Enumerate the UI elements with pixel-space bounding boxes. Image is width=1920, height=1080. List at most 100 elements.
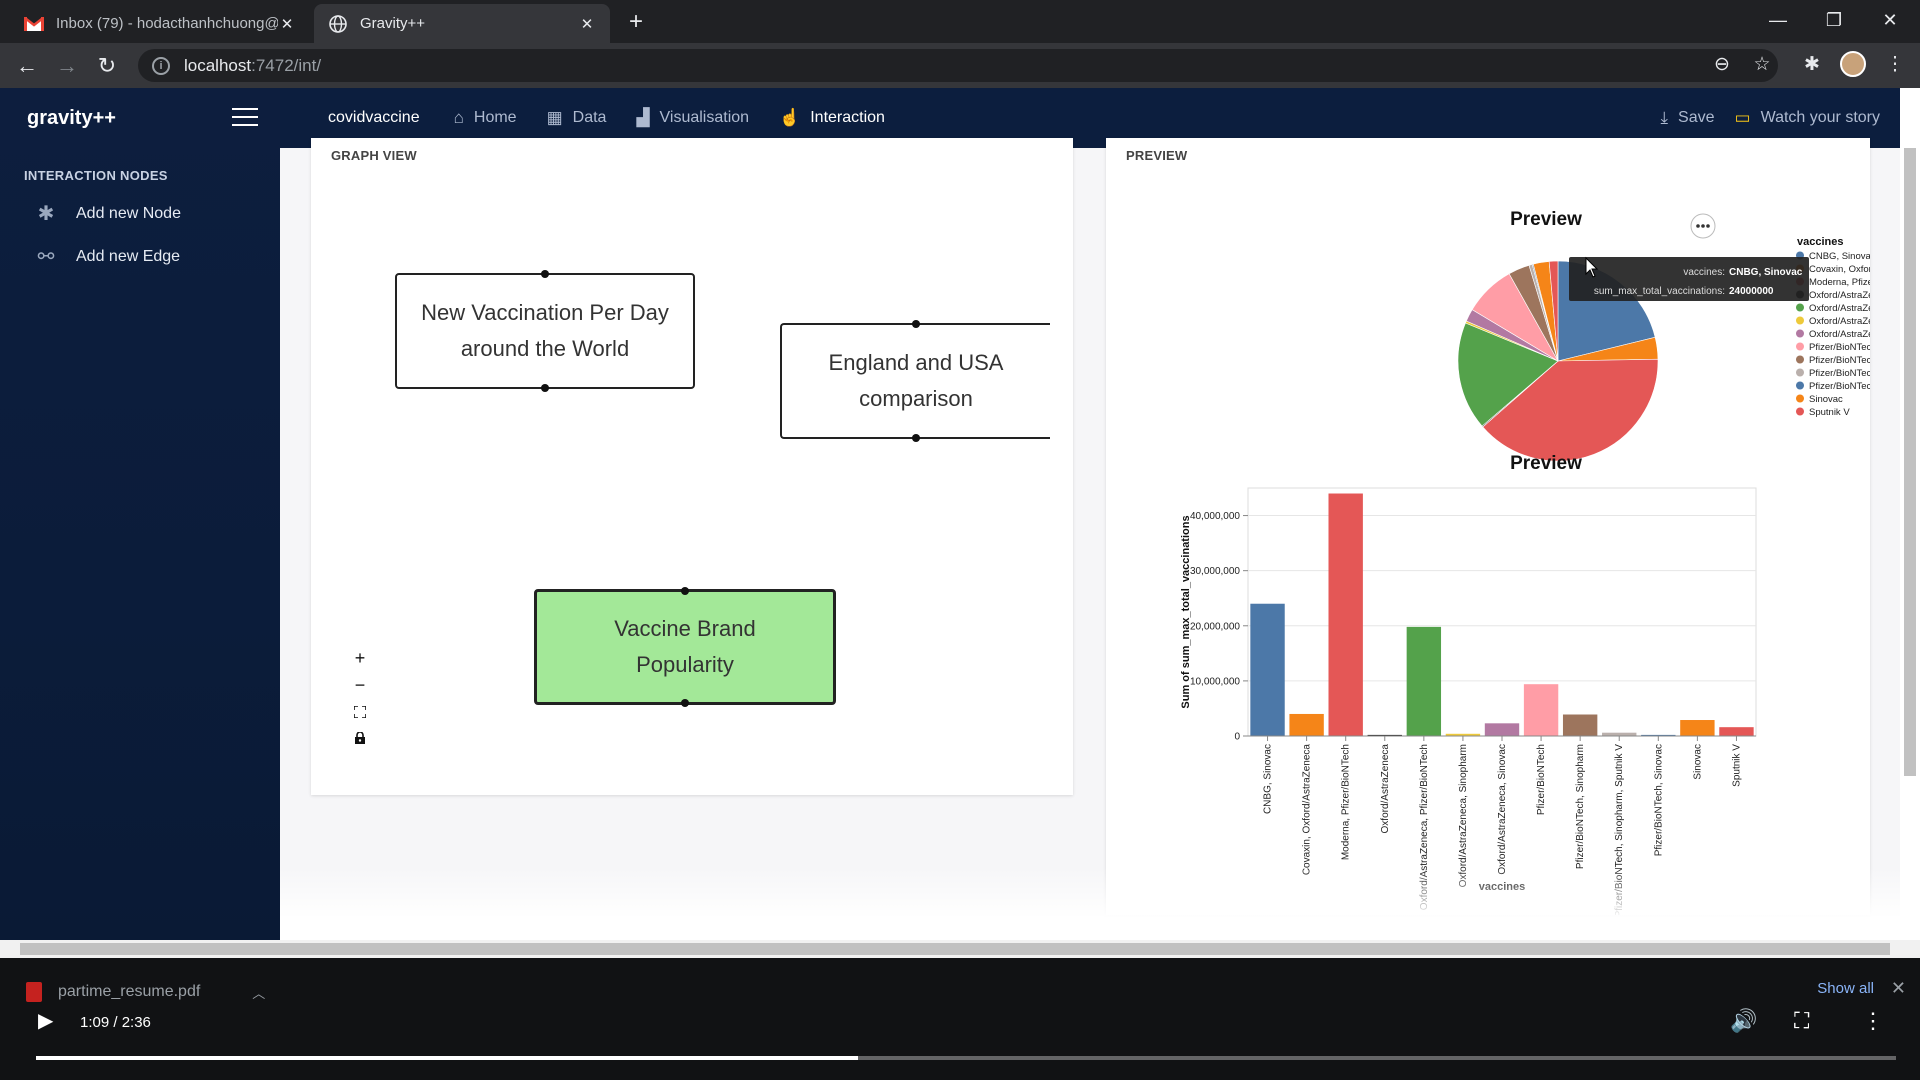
- sidebar: gravity++ INTERACTION NODES ✱ Add new No…: [0, 88, 280, 940]
- reload-icon[interactable]: ↻: [92, 51, 122, 81]
- close-icon[interactable]: ✕: [1891, 978, 1906, 999]
- pie-title: Preview: [1510, 209, 1582, 230]
- bar-chart-icon: ▟: [636, 108, 650, 127]
- download-bar: partime_resume.pdf ︿ Show all ✕ ▶ 1:09 /…: [0, 958, 1920, 1080]
- x-tick-label: Oxford/AstraZeneca, Sinovac: [1497, 744, 1508, 875]
- nav-visualisation[interactable]: ▟ Visualisation: [636, 108, 749, 128]
- bar[interactable]: [1289, 713, 1324, 736]
- fullscreen-icon[interactable]: ⛶: [1794, 1008, 1809, 1034]
- zoom-out-button[interactable]: −: [350, 675, 370, 696]
- new-tab-button[interactable]: +: [622, 8, 650, 36]
- star-icon[interactable]: ☆: [1747, 49, 1777, 79]
- tab-title: Gravity++: [360, 15, 426, 32]
- legend-swatch: [1796, 329, 1804, 338]
- node-handle[interactable]: [912, 320, 920, 328]
- node-handle[interactable]: [681, 587, 689, 595]
- sidebar-item-add-node[interactable]: ✱ Add new Node: [34, 201, 280, 226]
- legend-label: Sinovac: [1809, 394, 1843, 405]
- fit-view-icon[interactable]: [350, 702, 370, 723]
- node-handle[interactable]: [681, 699, 689, 707]
- sidebar-item-add-edge[interactable]: ⚯ Add new Edge: [34, 244, 280, 269]
- graph-node[interactable]: New Vaccination Per Day around the World: [395, 270, 695, 392]
- nav-data[interactable]: ▦ Data: [547, 108, 607, 128]
- nav-interaction[interactable]: ☝ Interaction: [779, 108, 885, 128]
- bar-title: Preview: [1510, 453, 1582, 474]
- watch-story-button[interactable]: ▭ Watch your story: [1735, 108, 1881, 128]
- avatar[interactable]: [1838, 49, 1868, 79]
- tab-gravity[interactable]: Gravity++ ✕: [314, 4, 610, 43]
- chart-actions-button[interactable]: [1690, 213, 1716, 239]
- bar[interactable]: [1250, 603, 1285, 736]
- app-brand: gravity++: [0, 88, 280, 148]
- graph-view-title: GRAPH VIEW: [331, 148, 417, 163]
- tab-inbox[interactable]: Inbox (79) - hodacthanhchuong@ ✕: [10, 4, 310, 43]
- x-tick-label: Oxford/AstraZeneca, Sinopharm: [1458, 744, 1469, 887]
- more-icon[interactable]: ⋮: [1862, 1008, 1884, 1034]
- plot-area: [1247, 487, 1757, 737]
- restore-icon[interactable]: ❐: [1806, 0, 1862, 40]
- info-icon[interactable]: i: [152, 56, 170, 75]
- bar[interactable]: [1562, 714, 1598, 736]
- close-icon[interactable]: ✕: [278, 15, 296, 33]
- legend-label: Pfizer/BioNTech: [1809, 342, 1870, 353]
- back-icon[interactable]: ←: [12, 51, 42, 81]
- y-tick-label: 0: [1234, 732, 1240, 743]
- svg-text:24000000: 24000000: [1729, 286, 1774, 297]
- graph-node-selected[interactable]: Vaccine Brand Popularity: [534, 587, 836, 707]
- x-tick-label: Pfizer/BioNTech: [1536, 744, 1547, 815]
- y-tick-label: 30,000,000: [1190, 566, 1240, 577]
- tooltip: vaccines: CNBG, Sinovac sum_max_total_va…: [1569, 257, 1809, 301]
- chevron-up-icon[interactable]: ︿: [252, 983, 265, 1002]
- graph-node[interactable]: England and USA comparison: [780, 320, 1050, 442]
- extensions-icon[interactable]: ✱: [1797, 49, 1827, 79]
- zoom-icon[interactable]: ⊖: [1707, 49, 1737, 79]
- project-name[interactable]: covidvaccine: [328, 109, 420, 127]
- nav-home[interactable]: ⌂ Home: [454, 108, 517, 128]
- bar[interactable]: [1523, 684, 1559, 736]
- hamburger-icon[interactable]: [232, 108, 258, 128]
- node-handle[interactable]: [541, 384, 549, 392]
- legend-swatch: [1796, 368, 1804, 377]
- bar[interactable]: [1328, 493, 1363, 736]
- table-icon: ▦: [546, 108, 563, 127]
- x-tick-label: CNBG, Sinovac: [1263, 744, 1274, 814]
- node-handle[interactable]: [912, 434, 920, 442]
- horizontal-scrollbar[interactable]: [0, 940, 1920, 958]
- browser-tab-bar: Inbox (79) - hodacthanhchuong@ ✕ Gravity…: [0, 0, 1920, 43]
- lock-icon[interactable]: [350, 728, 370, 749]
- more-menu-icon[interactable]: ⋮: [1880, 49, 1910, 79]
- save-button[interactable]: ⤓ Save: [1661, 108, 1715, 128]
- link-icon: ⚯: [37, 246, 55, 268]
- sidebar-title: INTERACTION NODES: [24, 168, 168, 183]
- url-text: localhost:7472/int/: [184, 55, 322, 75]
- minimize-icon[interactable]: —: [1750, 0, 1806, 40]
- address-bar[interactable]: i localhost:7472/int/: [138, 49, 1778, 82]
- bar[interactable]: [1719, 727, 1754, 736]
- forward-icon[interactable]: →: [52, 51, 82, 81]
- close-icon[interactable]: ✕: [578, 15, 596, 33]
- y-tick-label: 10,000,000: [1190, 676, 1240, 687]
- x-tick-label: Moderna, Pfizer/BioNTech: [1341, 744, 1352, 860]
- play-icon[interactable]: ▶: [38, 1008, 53, 1033]
- bar[interactable]: [1406, 626, 1442, 736]
- x-tick-label: Oxford/AstraZeneca: [1380, 744, 1391, 834]
- home-icon: ⌂: [453, 108, 464, 127]
- legend-label: CNBG, Sinovac: [1809, 251, 1870, 262]
- zoom-in-button[interactable]: +: [350, 648, 370, 669]
- volume-icon[interactable]: 🔊: [1730, 1008, 1757, 1034]
- y-tick-label: 20,000,000: [1190, 621, 1240, 632]
- globe-icon: [328, 14, 348, 34]
- close-window-icon[interactable]: ✕: [1862, 0, 1918, 40]
- x-tick-label: Sinovac: [1692, 744, 1703, 780]
- legend-swatch: [1796, 342, 1804, 351]
- node-handle[interactable]: [541, 270, 549, 278]
- video-progress[interactable]: [36, 1056, 1896, 1060]
- vertical-scrollbar[interactable]: [1900, 88, 1920, 940]
- bar[interactable]: [1484, 723, 1520, 736]
- x-tick-label: Pfizer/BioNTech, Sinopharm: [1575, 744, 1586, 869]
- legend-swatch: [1796, 394, 1804, 403]
- download-item[interactable]: partime_resume.pdf ︿: [26, 982, 265, 1002]
- preview-panel: PREVIEW Preview vaccines CNBG, Sinovac Co…: [1106, 138, 1870, 915]
- show-all-button[interactable]: Show all: [1817, 980, 1874, 997]
- bar[interactable]: [1680, 720, 1715, 736]
